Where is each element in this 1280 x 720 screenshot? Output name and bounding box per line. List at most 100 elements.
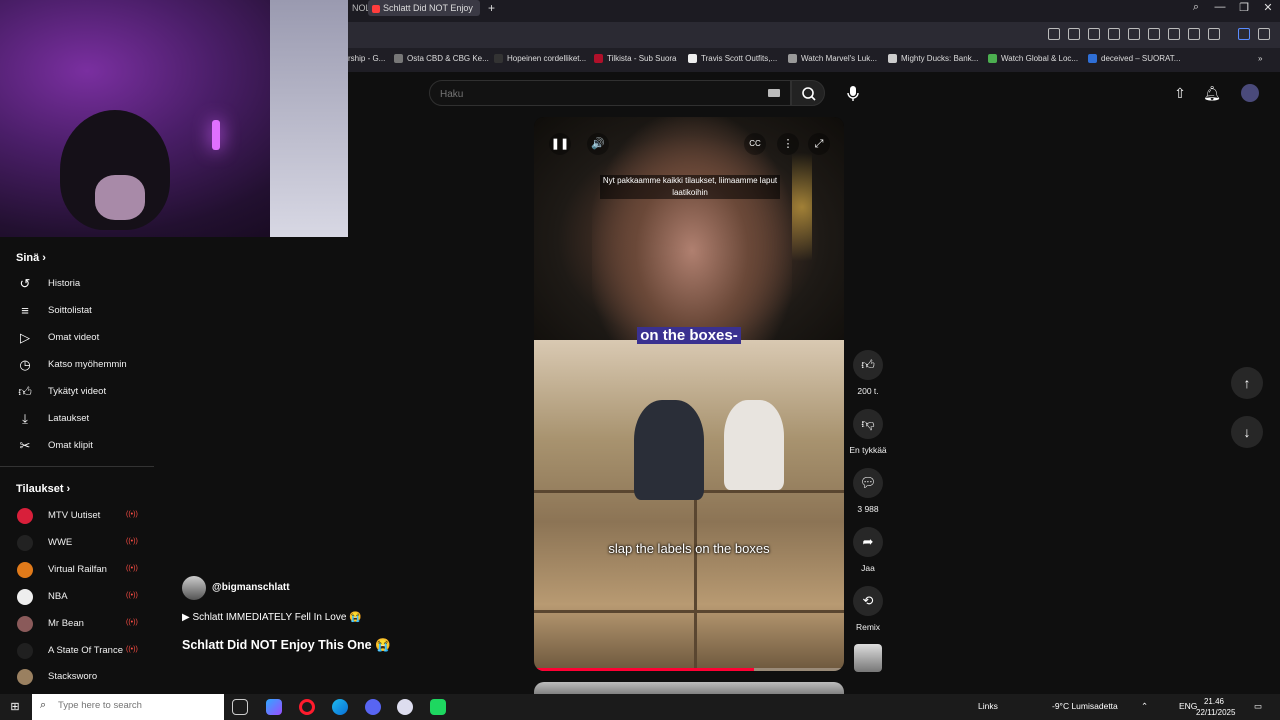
download-icon[interactable] (1168, 28, 1180, 40)
short-video-player[interactable]: Nyt pakkaamme kaikki tilaukset, liimaamm… (534, 117, 844, 671)
browser-tab-active[interactable]: Schlatt Did NOT Enjoy (368, 0, 480, 16)
sidebar-item-history[interactable]: ↺ Historia (0, 271, 154, 297)
new-tab-button[interactable]: + (488, 1, 495, 15)
comment-count: 3 988 (857, 504, 879, 514)
app-icon[interactable] (430, 699, 446, 715)
search-button[interactable] (791, 80, 825, 106)
discord-icon[interactable] (365, 699, 381, 715)
live-indicator-icon: ((•)) (126, 619, 138, 626)
share-button[interactable]: ➦ (853, 527, 883, 557)
minimize-button[interactable]: — (1210, 1, 1230, 13)
bookmark-favicon-icon (494, 54, 503, 64)
progress-bar[interactable] (534, 668, 844, 671)
app-icon[interactable] (266, 699, 282, 715)
bookmarks-overflow-icon[interactable]: » (1258, 54, 1262, 63)
video-title[interactable]: Schlatt Did NOT Enjoy This One 😭 (182, 638, 391, 653)
language-indicator[interactable]: ENG (1179, 701, 1197, 711)
channel-avatar (17, 562, 33, 578)
tray-chevron-icon[interactable]: ⌃ (1141, 701, 1148, 712)
bookmark-favicon-icon (594, 54, 603, 64)
captions-button[interactable]: CC (744, 133, 766, 155)
extension-icon[interactable] (1108, 28, 1120, 40)
comments-button[interactable]: 💬︎ (853, 468, 883, 498)
dislike-button[interactable]: 👎︎ (853, 409, 883, 439)
search-input[interactable] (440, 86, 760, 102)
taskbar-clock[interactable]: 21.46 22/11/2025 (1196, 696, 1235, 718)
bookmark[interactable]: Mighty Ducks: Bank... (888, 54, 978, 64)
like-button[interactable]: 👍︎ (853, 350, 883, 380)
previous-short-button[interactable]: ↑ (1231, 367, 1263, 399)
sidebar-item-your-videos[interactable]: ▷ Omat videot (0, 325, 154, 351)
close-window-button[interactable]: ✕ (1258, 1, 1278, 14)
avatar[interactable] (1241, 84, 1259, 102)
subscription-item[interactable]: WWE ((•)) (0, 530, 154, 556)
bookmark[interactable]: Hopeinen cordelliket... (494, 54, 586, 64)
bookmark[interactable]: rship - G... (348, 54, 385, 63)
bookmark[interactable]: Travis Scott Outfits,... (688, 54, 777, 64)
volume-button[interactable]: 🔊 (587, 133, 609, 155)
subscription-item[interactable]: NBA ((•)) (0, 584, 154, 610)
browser-tab[interactable]: NOL (348, 0, 371, 16)
share-label: Jaa (861, 563, 875, 573)
shield-icon[interactable] (1088, 28, 1100, 40)
keyboard-icon[interactable] (768, 89, 780, 97)
subscription-item[interactable]: MTV Uutiset ((•)) (0, 503, 154, 529)
opera-browser-icon[interactable] (299, 699, 315, 715)
bookmark[interactable]: Watch Marvel's Luk... (788, 54, 877, 64)
pause-button[interactable]: ❚❚ (549, 133, 571, 155)
links-toolbar[interactable]: Links (978, 701, 998, 711)
taskbar-search[interactable]: ⌕ (32, 694, 224, 720)
weather-widget[interactable]: -9°C Lumisadetta (1052, 701, 1118, 711)
sidebar-you-heading[interactable]: Sinä › (16, 252, 46, 264)
sidebar-item-liked-videos[interactable]: 👍︎ Tykätyt videot (0, 379, 154, 405)
play-icon[interactable] (1128, 28, 1140, 40)
bookmark[interactable]: Osta CBD & CBG Ke... (394, 54, 489, 64)
bookmark[interactable]: Watch Global & Loc... (988, 54, 1078, 64)
task-view-icon[interactable] (232, 699, 248, 715)
subscription-item[interactable]: Virtual Railfan ((•)) (0, 557, 154, 583)
bookmark[interactable]: Tilkista - Sub Suora (594, 54, 677, 64)
taskbar-search-input[interactable] (58, 700, 218, 711)
fullscreen-button[interactable]: ⤢ (808, 133, 830, 155)
sidebar-item-clips[interactable]: ✂ Omat klipit (0, 433, 154, 459)
menu-icon[interactable] (1188, 28, 1200, 40)
sidebar-subscriptions-heading[interactable]: Tilaukset › (16, 483, 70, 495)
remix-button[interactable]: ⟲ (853, 586, 883, 616)
more-options-icon[interactable]: ⋮ (777, 133, 799, 155)
camera-icon[interactable] (1068, 28, 1080, 40)
subscription-item[interactable]: Mr Bean ((•)) (0, 611, 154, 637)
liked-icon: 👍︎ (18, 384, 32, 399)
channel-thumbnail[interactable] (854, 644, 882, 672)
sidebar-item-playlists[interactable]: ≡ Soittolistat (0, 298, 154, 324)
app-icon[interactable] (397, 699, 413, 715)
bookmark[interactable]: deceived – SUORAT... (1088, 54, 1180, 64)
voice-search-button[interactable] (840, 80, 866, 106)
start-windows-icon[interactable]: ⊞ (8, 700, 22, 714)
channel-name[interactable]: @bigmanschlatt (212, 582, 290, 593)
search-tabs-icon[interactable]: ⌕ (1186, 1, 1206, 14)
sidebar-item-downloads[interactable]: ⤓ Lataukset (0, 406, 154, 432)
edit-icon[interactable] (1048, 28, 1060, 40)
lock-icon[interactable] (1208, 28, 1220, 40)
notifications-bell-icon[interactable]: 🔔︎ (1203, 84, 1221, 102)
settings-icon[interactable] (1258, 28, 1270, 40)
subscription-item[interactable]: Stacksworo (0, 664, 154, 690)
playlist-link[interactable]: ▶ Schlatt IMMEDIATELY Fell In Love 😭 (182, 612, 362, 623)
channel-avatar[interactable] (182, 576, 206, 600)
browser-toolbar (348, 22, 1280, 48)
edge-browser-icon[interactable] (332, 699, 348, 715)
channel-avatar (17, 643, 33, 659)
upload-icon[interactable]: ⇧ (1171, 84, 1189, 102)
notifications-icon[interactable]: ▭ (1254, 701, 1262, 712)
maximize-button[interactable]: ❐ (1234, 1, 1254, 14)
sidebar-item-watch-later[interactable]: ◷ Katso myöhemmin (0, 352, 154, 378)
clips-icon: ✂ (19, 438, 31, 453)
box-edge (694, 490, 697, 671)
webcam-face (95, 175, 145, 220)
sidebar-toggle-icon[interactable] (1238, 28, 1250, 40)
subscription-item[interactable]: A State Of Trance ((•)) (0, 638, 154, 664)
search-box[interactable] (429, 80, 791, 106)
next-short-button[interactable]: ↓ (1231, 416, 1263, 448)
video-frame-bottom (534, 340, 844, 671)
heart-icon[interactable] (1148, 28, 1160, 40)
